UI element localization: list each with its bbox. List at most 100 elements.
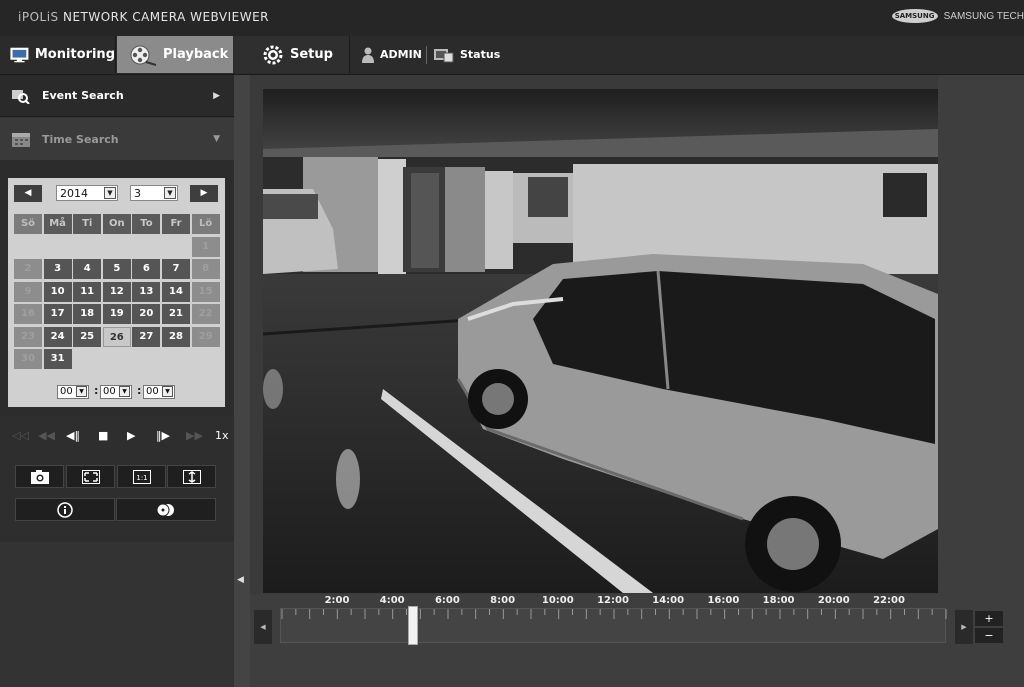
app-title-brand: iPOLiS (18, 10, 59, 24)
step-forward-icon[interactable]: ‖▶ (156, 429, 170, 442)
event-search-label: Event Search (42, 89, 124, 102)
calendar-day[interactable]: 1 (191, 236, 220, 257)
next-month-button[interactable]: ▶ (190, 185, 218, 202)
calendar-day[interactable]: 18 (73, 304, 102, 324)
calendar-day[interactable]: 15 (191, 281, 220, 302)
second-select[interactable]: 00 ▼ (143, 385, 175, 399)
calendar-day[interactable]: 12 (102, 281, 131, 302)
video-viewer[interactable] (263, 89, 938, 593)
calendar-day[interactable]: 5 (102, 259, 131, 279)
chevron-down-icon: ▼ (164, 187, 176, 199)
calendar-day[interactable]: 13 (132, 281, 161, 302)
weekday-header: Ti (73, 214, 102, 234)
calendar-day[interactable]: 7 (162, 259, 190, 279)
calendar-day[interactable]: 4 (73, 259, 102, 279)
timeline-hour-label: 12:00 (597, 595, 629, 606)
calendar-day[interactable]: 28 (162, 326, 190, 347)
calendar-day[interactable]: 9 (14, 281, 42, 302)
original-size-button[interactable]: 1:1 (117, 465, 166, 488)
svg-text:1:1: 1:1 (136, 474, 147, 482)
minute-value: 00 (103, 386, 116, 397)
calendar: ◀ 2014 ▼ 3 ▼ ▶ Sö Må Ti On To Fr Lö 1 2 3 4 5 6 7 8 9 10… (8, 178, 225, 407)
tab-playback-label: Playback (163, 47, 229, 62)
calendar-day[interactable]: 2 (14, 259, 42, 279)
timeline-hour-label: 14:00 (652, 595, 685, 606)
calendar-day[interactable]: 23 (14, 326, 42, 347)
event-search-item[interactable]: Event Search ▶ (0, 75, 234, 117)
weekday-header: Lö (191, 214, 220, 234)
event-search-icon (12, 89, 30, 104)
fit-screen-button[interactable] (66, 465, 115, 488)
fast-forward-icon[interactable]: ▶▶ (186, 429, 203, 442)
chevron-down-icon: ▼ (119, 386, 130, 397)
hour-select[interactable]: 00 ▼ (57, 385, 89, 399)
info-button[interactable] (15, 498, 115, 521)
calendar-day[interactable]: 29 (191, 326, 220, 347)
calendar-day[interactable]: 19 (102, 304, 131, 324)
chevron-right-icon: ▶ (213, 90, 220, 101)
calendar-icon (12, 133, 30, 147)
camera-video-frame (263, 89, 938, 593)
status-menu[interactable]: Status (434, 36, 500, 73)
calendar-day[interactable]: 17 (43, 304, 72, 324)
calendar-day[interactable]: 6 (132, 259, 161, 279)
calendar-day[interactable]: 25 (73, 326, 102, 347)
timeline-zoom-in-button[interactable]: + (975, 611, 1003, 626)
time-search-item[interactable]: Time Search ▼ (0, 118, 234, 160)
timeline-hour-label: 22:00 (873, 595, 905, 606)
step-back-icon[interactable]: ◀‖ (66, 429, 80, 442)
backup-button[interactable] (116, 498, 216, 521)
calendar-day[interactable]: 31 (43, 349, 72, 369)
samsung-logo: SAMSUNG (891, 9, 938, 23)
timeline-playhead[interactable] (408, 606, 418, 645)
tab-monitoring[interactable]: Monitoring (0, 36, 116, 73)
top-bar: iPOLiS NETWORK CAMERA WEBVIEWER SAMSUNG … (0, 0, 1024, 36)
fit-height-button[interactable] (167, 465, 216, 488)
calendar-day[interactable]: 10 (43, 281, 72, 302)
collapse-sidebar-icon[interactable]: ◀ (237, 575, 244, 585)
minute-select[interactable]: 00 ▼ (100, 385, 132, 399)
year-select[interactable]: 2014 ▼ (56, 185, 118, 201)
timeline-scroll-right-button[interactable]: ▶ (955, 610, 973, 644)
calendar-day[interactable]: 21 (162, 304, 190, 324)
timeline-scroll-left-button[interactable]: ◀ (254, 610, 272, 644)
calendar-day[interactable]: 22 (191, 304, 220, 324)
timeline-ticks (281, 609, 947, 619)
play-icon[interactable]: ▶ (127, 429, 135, 442)
status-icon (434, 48, 454, 62)
status-label: Status (460, 48, 501, 61)
slow-reverse-icon[interactable]: ◁◁ (12, 429, 29, 442)
calendar-day[interactable]: 11 (73, 281, 102, 302)
calendar-day[interactable]: 27 (132, 326, 161, 347)
capture-button[interactable] (15, 465, 64, 488)
calendar-day[interactable]: 14 (162, 281, 190, 302)
calendar-day[interactable]: 20 (132, 304, 161, 324)
time-search-label: Time Search (42, 132, 119, 146)
timeline-hour-label: 2:00 (324, 595, 350, 606)
calendar-day[interactable]: 16 (14, 304, 42, 324)
month-value: 3 (134, 186, 141, 200)
weekday-header: Fr (162, 214, 190, 234)
user-menu[interactable]: ADMIN (362, 36, 422, 73)
weekday-header: On (102, 214, 131, 234)
weekday-header: Sö (14, 214, 42, 234)
calendar-day[interactable]: 24 (43, 326, 72, 347)
timeline-zoom-out-button[interactable]: − (975, 628, 1003, 643)
calendar-day[interactable]: 8 (191, 259, 220, 279)
year-value: 2014 (60, 186, 88, 200)
chevron-down-icon: ▼ (76, 386, 87, 397)
time-separator: : (94, 384, 99, 397)
stop-icon[interactable]: ■ (98, 429, 108, 442)
tab-playback[interactable]: Playback (117, 36, 233, 73)
calendar-day[interactable]: 3 (43, 259, 72, 279)
calendar-day-selected[interactable]: 26 (102, 326, 131, 347)
calendar-day[interactable]: 30 (14, 349, 42, 369)
time-separator: : (137, 384, 142, 397)
fast-reverse-icon[interactable]: ◀◀ (38, 429, 55, 442)
nav-bar: Monitoring Playback Setup ADMIN Status (0, 36, 1024, 75)
month-select[interactable]: 3 ▼ (130, 185, 178, 201)
prev-month-button[interactable]: ◀ (14, 185, 42, 202)
tab-setup[interactable]: Setup (234, 36, 350, 73)
timeline-track[interactable] (280, 608, 947, 643)
second-value: 00 (146, 386, 159, 397)
